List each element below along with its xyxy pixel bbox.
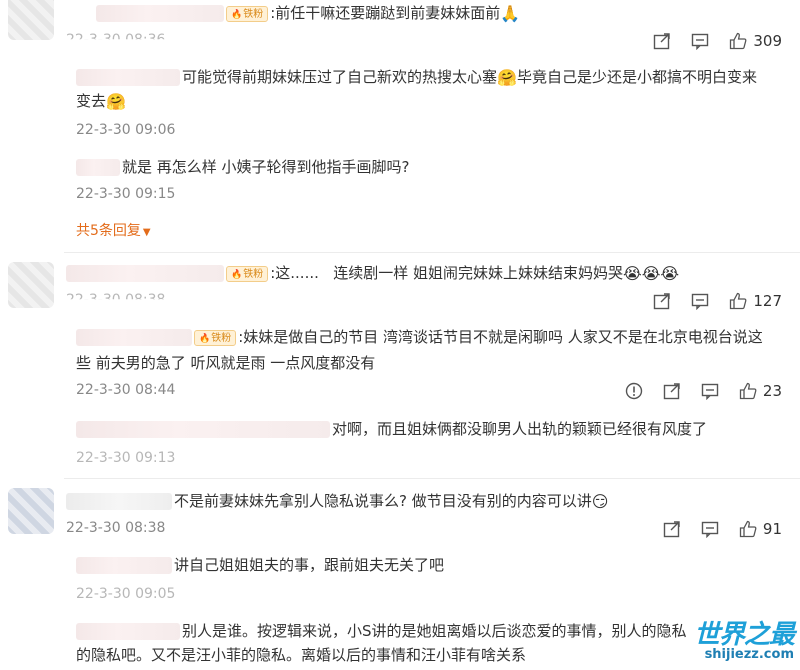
like-button[interactable]: 127 bbox=[729, 292, 782, 310]
like-button[interactable]: 309 bbox=[729, 32, 782, 50]
report-button[interactable] bbox=[625, 382, 643, 400]
comment-button[interactable] bbox=[691, 292, 709, 311]
comment-icon bbox=[691, 32, 709, 51]
view-replies-link[interactable]: 共5条回复 ▼ bbox=[76, 220, 151, 240]
fan-badge: 铁粉 bbox=[194, 329, 237, 346]
comment-icon bbox=[691, 292, 709, 311]
reply-text: 讲自己姐姐姐夫的事，跟前姐夫无关了吧 bbox=[76, 554, 444, 576]
reply-text: 可能觉得前期妹妹压过了自己新欢的热搜太心塞🤗毕竟自己是少还是小都搞不明白变来 bbox=[76, 66, 757, 89]
like-count: 23 bbox=[762, 382, 782, 400]
username-blurred[interactable] bbox=[66, 493, 172, 510]
comment-text: 铁粉:前任干嘛还要蹦跶到前妻妹妹面前🙏 bbox=[96, 2, 520, 25]
reply-time: 22-3-30 09:06 bbox=[76, 122, 176, 138]
username-blurred[interactable] bbox=[76, 159, 120, 176]
comment-time: 22-3-30 08:38 bbox=[66, 292, 166, 308]
reply-time: 22-3-30 09:15 bbox=[76, 186, 176, 202]
reply-time: 22-3-30 09:13 bbox=[76, 450, 176, 466]
crying-emoji-icon: 😭 bbox=[641, 263, 661, 283]
comment-actions: 91 bbox=[663, 520, 782, 539]
caret-down-icon: ▼ bbox=[142, 227, 151, 238]
share-button[interactable] bbox=[663, 382, 681, 400]
fan-badge: 铁粉 bbox=[226, 5, 269, 22]
comment-text: 不是前妻妹妹先拿别人隐私说事么? 做节目没有别的内容可以讲😏 bbox=[66, 490, 608, 513]
comment-time: 22-3-30 08:36 bbox=[66, 32, 166, 48]
reply-text: 变去🤗 bbox=[76, 91, 126, 111]
like-count: 127 bbox=[753, 292, 782, 310]
divider bbox=[64, 478, 800, 479]
avatar[interactable] bbox=[8, 488, 54, 534]
watermark-logo: 世界之最 bbox=[693, 620, 795, 650]
reply-text: 的隐私吧。又不是汪小菲的隐私。离婚以后的事情和汪小菲有啥关系 bbox=[76, 646, 527, 664]
username-blurred[interactable] bbox=[66, 265, 224, 282]
username-blurred[interactable] bbox=[76, 329, 192, 346]
reply-text: 铁粉:妹妹是做自己的节目 湾湾谈话节目不就是闲聊吗 人家又不是在北京电视台说这 bbox=[76, 326, 763, 348]
fan-badge: 铁粉 bbox=[226, 265, 269, 282]
comment-actions: 127 bbox=[653, 292, 782, 311]
reply-text: 就是 再怎么样 小姨子轮得到他指手画脚吗? bbox=[76, 156, 410, 178]
avatar[interactable] bbox=[8, 0, 54, 40]
hug-emoji-icon: 🤗 bbox=[497, 67, 517, 87]
share-button[interactable] bbox=[653, 32, 671, 50]
comment-actions: 309 bbox=[653, 32, 782, 51]
reply-time: 22-3-30 08:44 bbox=[76, 382, 176, 398]
report-icon bbox=[625, 382, 643, 400]
reply-time: 22-3-30 09:05 bbox=[76, 586, 176, 602]
share-button[interactable] bbox=[663, 520, 681, 538]
reply-text: 别人是谁。按逻辑来说，小S讲的是她姐离婚以后谈恋爱的事情，别人的隐私 bbox=[76, 620, 687, 642]
like-count: 91 bbox=[762, 520, 782, 538]
like-icon bbox=[739, 520, 757, 538]
comment-icon bbox=[701, 382, 719, 401]
share-icon bbox=[653, 292, 671, 310]
share-icon bbox=[663, 382, 681, 400]
divider bbox=[64, 252, 800, 253]
comment-text: 铁粉:这...... 连续剧一样 姐姐闹完妹妹上妹妹结束妈妈哭😭😭😭 bbox=[66, 262, 679, 285]
like-icon bbox=[739, 382, 757, 400]
like-button[interactable]: 23 bbox=[739, 382, 782, 400]
like-icon bbox=[729, 32, 747, 50]
username-blurred[interactable] bbox=[96, 5, 224, 22]
username-blurred[interactable] bbox=[76, 557, 172, 574]
smirk-emoji-icon: 😏 bbox=[591, 491, 609, 511]
username-blurred[interactable] bbox=[76, 421, 330, 438]
share-button[interactable] bbox=[653, 292, 671, 310]
avatar[interactable] bbox=[8, 262, 54, 308]
username-blurred[interactable] bbox=[76, 623, 180, 640]
comment-icon bbox=[701, 520, 719, 539]
like-count: 309 bbox=[753, 32, 782, 50]
like-button[interactable]: 91 bbox=[739, 520, 782, 538]
share-icon bbox=[653, 32, 671, 50]
reply-actions: 23 bbox=[625, 382, 782, 401]
site-watermark: 世界之最 shijiezz.com bbox=[693, 620, 795, 662]
crying-emoji-icon: 😭 bbox=[622, 263, 642, 283]
username-blurred[interactable] bbox=[76, 69, 180, 86]
comment-button[interactable] bbox=[701, 520, 719, 539]
share-icon bbox=[663, 520, 681, 538]
comment-button[interactable] bbox=[701, 382, 719, 401]
comment-button[interactable] bbox=[691, 32, 709, 51]
pray-emoji-icon: 🙏 bbox=[500, 3, 521, 23]
crying-emoji-icon: 😭 bbox=[660, 263, 680, 283]
reply-text: 对啊，而且姐妹俩都没聊男人出轨的颖颖已经很有风度了 bbox=[76, 418, 707, 440]
hug-emoji-icon: 🤗 bbox=[106, 91, 126, 111]
comment-time: 22-3-30 08:38 bbox=[66, 520, 166, 536]
like-icon bbox=[729, 292, 747, 310]
reply-text: 些 前夫男的急了 听风就是雨 一点风度都没有 bbox=[76, 354, 376, 372]
watermark-url: shijiezz.com bbox=[704, 647, 794, 662]
